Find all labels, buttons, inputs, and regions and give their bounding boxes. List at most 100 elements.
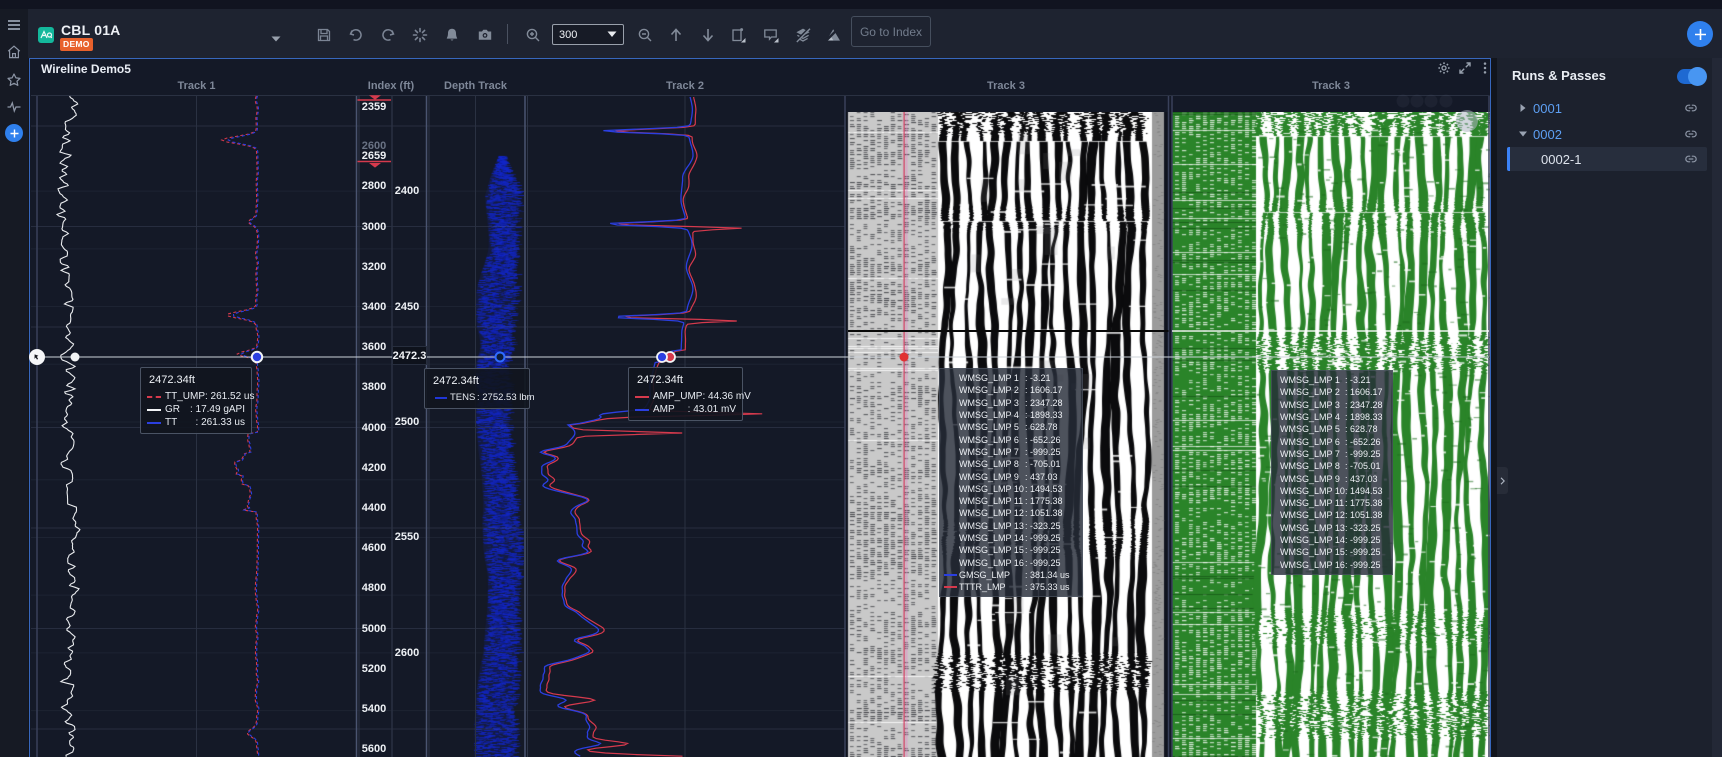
curve-name: GR xyxy=(165,404,180,415)
comment-icon[interactable] xyxy=(762,26,780,44)
curve-name: WMSG_LMP 2 xyxy=(959,385,1019,396)
curve-name: WMSG_LMP 6 xyxy=(1280,436,1340,447)
fit-page-icon[interactable] xyxy=(729,26,747,44)
swatch-spacer xyxy=(944,549,957,551)
curve-value: : -323.25 xyxy=(1345,522,1381,533)
swatch-spacer xyxy=(944,500,957,502)
zoom-out-icon[interactable] xyxy=(636,26,654,44)
workspace-caret-icon[interactable] xyxy=(270,30,282,48)
swatch-spacer xyxy=(944,439,957,441)
curve-name: WMSG_LMP 3 xyxy=(1280,399,1340,410)
curve-name: WMSG_LMP 12 xyxy=(1280,510,1345,521)
bell-icon[interactable] xyxy=(443,26,461,44)
curve-name: WMSG_LMP 13 xyxy=(959,520,1024,531)
curve-name: GMSG_LMP xyxy=(959,569,1011,580)
tree-caret-icon[interactable] xyxy=(1515,129,1531,139)
go-to-index-button[interactable]: Go to Index xyxy=(851,16,931,47)
image-off-icon[interactable] xyxy=(824,26,842,44)
tooltip-row: WMSG_LMP 3: 2347.28 xyxy=(944,397,1078,409)
add-button[interactable] xyxy=(1687,21,1713,47)
curve-value: : -999.25 xyxy=(1025,545,1061,556)
runs-tree-item-0002[interactable]: 0002 xyxy=(1507,121,1707,147)
tension-curve-canvas[interactable] xyxy=(427,96,524,757)
curve-value: : 1775.38 xyxy=(1345,498,1383,509)
curve-value: : 1494.53 xyxy=(1025,483,1063,494)
track1-tooltip: 2472.34ft TT_UMP: 261.52 us GR: 17.49 gAP… xyxy=(140,367,254,434)
tooltip-row: WMSG_LMP 9: 437.03 xyxy=(1280,472,1388,484)
app-logo xyxy=(38,27,54,43)
demo-badge: DEMO xyxy=(60,38,93,51)
app-root: CBL 01A DEMO 300 Go to Index Wireline De… xyxy=(0,0,1722,757)
undo-icon[interactable] xyxy=(347,26,365,44)
sidebar-star-icon[interactable] xyxy=(5,71,23,89)
curve-name: WMSG_LMP 1 xyxy=(959,373,1019,384)
arrow-up-icon[interactable] xyxy=(667,26,685,44)
depth-track-tooltip: 2472.34ft TENS: 2752.53 lbm xyxy=(424,368,535,409)
panel-scrollbar-gutter[interactable] xyxy=(1712,58,1722,757)
curve-swatch xyxy=(147,408,161,411)
link-icon[interactable] xyxy=(1683,126,1699,142)
arrow-down-icon[interactable] xyxy=(699,26,717,44)
tooltip-row: WMSG_LMP 1: -3.21 xyxy=(944,372,1078,384)
runs-tree-item-0001[interactable]: 0001 xyxy=(1507,95,1707,121)
runs-passes-toggle[interactable] xyxy=(1677,67,1707,86)
sidebar-menu-icon[interactable] xyxy=(5,16,23,34)
tooltip-row: TENS: 2752.53 lbm xyxy=(431,391,535,404)
select-caret-icon xyxy=(607,31,617,37)
sidebar-activity-icon[interactable] xyxy=(5,98,23,116)
plot-expand-icon[interactable] xyxy=(1458,61,1472,75)
swatch-spacer xyxy=(944,488,957,490)
index-depth-label: 3800 xyxy=(361,381,387,394)
index-depth-label: 4800 xyxy=(361,582,387,595)
plot-kebab-icon[interactable] xyxy=(1478,61,1492,75)
curve-name: WMSG_LMP 3 xyxy=(959,397,1019,408)
save-icon[interactable] xyxy=(315,26,333,44)
curve-swatch xyxy=(944,573,957,576)
curve-name: WMSG_LMP 5 xyxy=(959,422,1019,433)
curve-swatch xyxy=(635,408,649,411)
plot-settings-icon[interactable] xyxy=(1437,61,1451,75)
curve-name: TT_UMP xyxy=(165,391,205,402)
panel-collapse-handle[interactable] xyxy=(1497,467,1508,494)
tree-item-label: 0001 xyxy=(1533,100,1562,116)
tree-caret-icon[interactable] xyxy=(1515,103,1531,113)
zoom-level-select[interactable]: 300 xyxy=(552,24,624,45)
tooltip-row: AMP_UMP: 44.36 mV xyxy=(635,390,751,403)
curve-name: TTTR_LMP xyxy=(959,582,1006,593)
tooltip-row: WMSG_LMP 12: 1051.38 xyxy=(944,507,1078,519)
sidebar-add-button[interactable] xyxy=(5,124,23,142)
curve-name: WMSG_LMP 16 xyxy=(959,557,1024,568)
depth-track-label: 2400 xyxy=(394,185,420,198)
tooltip-row: WMSG_LMP 14: -999.25 xyxy=(1280,534,1388,546)
curve-value: : -705.01 xyxy=(1345,461,1381,472)
curve-value: : -999.25 xyxy=(1025,446,1061,457)
curve-swatch xyxy=(147,421,161,424)
link-icon[interactable] xyxy=(1683,151,1699,167)
tree-item-label: 0002 xyxy=(1533,126,1562,142)
runs-tree-item-0002-1[interactable]: 0002-1 xyxy=(1507,147,1707,171)
camera-icon[interactable] xyxy=(476,26,494,44)
layers-off-icon[interactable] xyxy=(794,26,812,44)
tooltip-row: WMSG_LMP 5: 628.78 xyxy=(944,421,1078,433)
curve-value: : 1606.17 xyxy=(1025,385,1063,396)
redo-icon[interactable] xyxy=(379,26,397,44)
link-icon[interactable] xyxy=(1683,100,1699,116)
curve-value: : -705.01 xyxy=(1025,459,1061,470)
tooltip-row: WMSG_LMP 10: 1494.53 xyxy=(1280,485,1388,497)
curve-swatch xyxy=(944,586,957,589)
index-depth-label: 3600 xyxy=(361,341,387,354)
track-header-2: Index (ft) xyxy=(367,80,415,92)
swatch-spacer xyxy=(944,414,957,416)
curve-name: WMSG_LMP 8 xyxy=(1280,461,1340,472)
sidebar-home-icon[interactable] xyxy=(5,43,23,61)
index-depth-label: 3200 xyxy=(361,260,387,273)
tooltip-row: WMSG_LMP 12: 1051.38 xyxy=(1280,509,1388,521)
tooltip-row: WMSG_LMP 16: -999.25 xyxy=(1280,558,1388,570)
sparkle-icon[interactable] xyxy=(411,26,429,44)
tooltip-row: WMSG_LMP 7: -999.25 xyxy=(944,446,1078,458)
curve-value: : 1898.33 xyxy=(1345,412,1383,423)
tooltip-row: TT_UMP: 261.52 us xyxy=(147,390,254,403)
curve-name: WMSG_LMP 13 xyxy=(1280,522,1345,533)
zoom-in-icon[interactable] xyxy=(524,26,542,44)
tooltip-row: WMSG_LMP 1: -3.21 xyxy=(1280,374,1388,386)
